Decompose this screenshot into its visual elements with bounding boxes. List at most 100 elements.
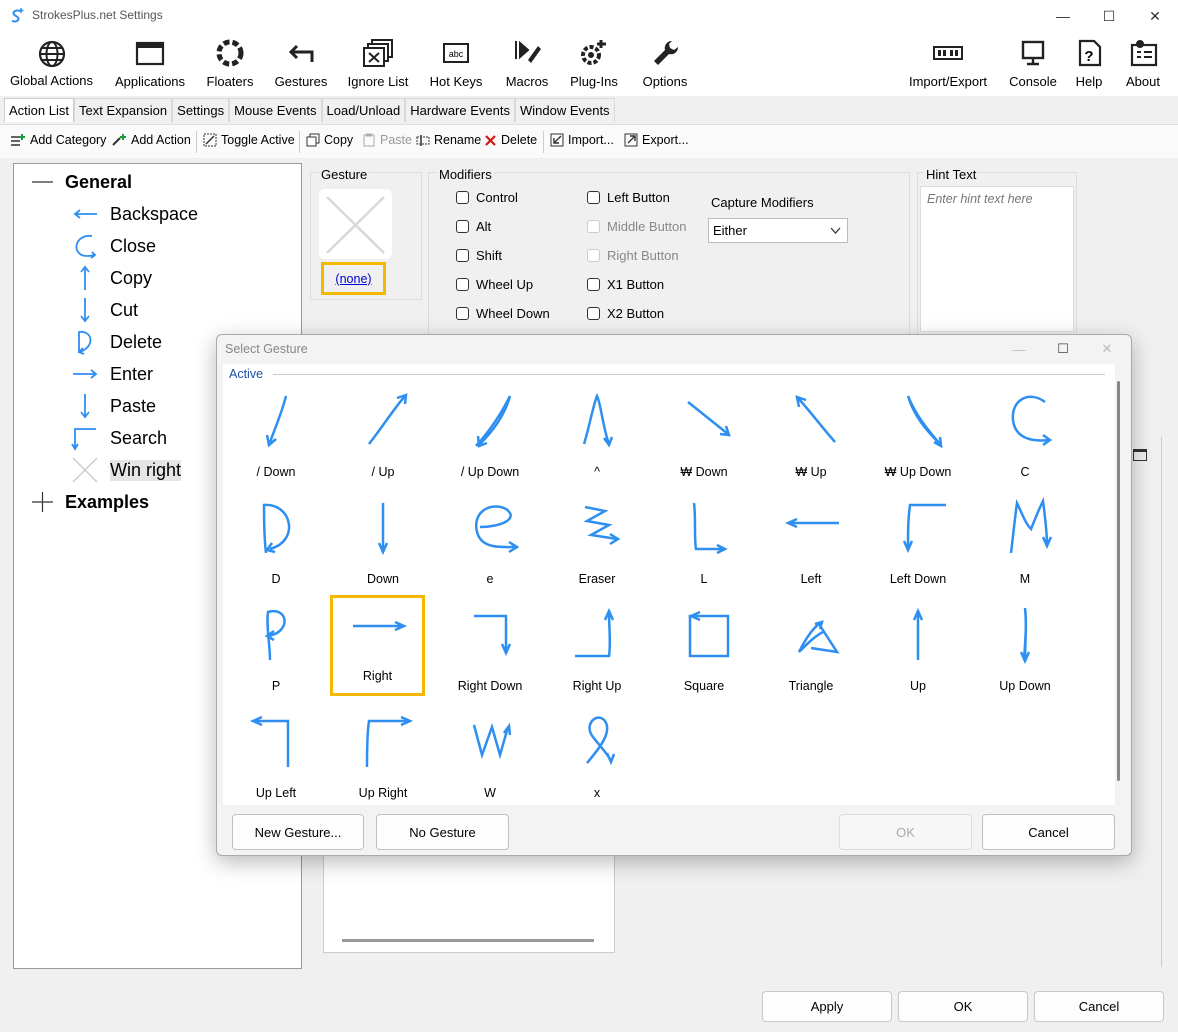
checkbox-box[interactable] xyxy=(456,307,469,320)
maximize-button[interactable]: ☐ xyxy=(1086,0,1132,32)
select-gesture-link[interactable]: (none) xyxy=(321,262,386,295)
ribbon-global-actions[interactable]: Global Actions xyxy=(4,34,99,92)
gesture-backslash-down[interactable]: ₩ Down xyxy=(657,386,751,486)
ribbon-plugins[interactable]: Plug-Ins xyxy=(564,34,624,92)
add-category-button[interactable]: Add Category xyxy=(10,133,106,147)
tab-text-expansion[interactable]: Text Expansion xyxy=(73,98,173,122)
checkbox-box[interactable] xyxy=(587,278,600,291)
checkbox-box[interactable] xyxy=(587,307,600,320)
tab-mouse-events[interactable]: Mouse Events xyxy=(229,98,322,122)
gesture-c[interactable]: C xyxy=(978,386,1072,486)
delete-button[interactable]: Delete xyxy=(484,133,537,147)
gesture-square[interactable]: Square xyxy=(657,600,751,700)
gesture-triangle[interactable]: Triangle xyxy=(764,600,858,700)
shift-checkbox[interactable]: Shift xyxy=(456,248,502,263)
ribbon-ignore-list[interactable]: Ignore List xyxy=(343,34,413,92)
checkbox-box[interactable] xyxy=(587,249,600,262)
minimize-button[interactable]: — xyxy=(1040,0,1086,32)
tree-category-general[interactable]: General xyxy=(28,166,132,198)
tab-window-events[interactable]: Window Events xyxy=(514,98,615,122)
paste-button[interactable]: Paste xyxy=(362,133,412,147)
gesture-up-down[interactable]: Up Down xyxy=(978,600,1072,700)
ribbon-macros[interactable]: Macros xyxy=(498,34,556,92)
tab-action-list[interactable]: Action List xyxy=(4,98,74,122)
gesture-backslash-up[interactable]: ₩ Up xyxy=(764,386,858,486)
gesture-slash-up[interactable]: / Up xyxy=(336,386,430,486)
gesture-left-down[interactable]: Left Down xyxy=(871,493,965,593)
checkbox-box[interactable] xyxy=(456,278,469,291)
gesture-d[interactable]: D xyxy=(229,493,323,593)
gesture-p[interactable]: P xyxy=(229,600,323,700)
no-gesture-button[interactable]: No Gesture xyxy=(376,814,509,850)
tab-load-unload[interactable]: Load/Unload xyxy=(321,98,406,122)
gesture-caret[interactable]: ^ xyxy=(550,386,644,486)
dialog-close-button[interactable]: ✕ xyxy=(1095,339,1119,359)
checkbox-box[interactable] xyxy=(456,249,469,262)
wheel-down-checkbox[interactable]: Wheel Down xyxy=(456,306,550,321)
x1-button-checkbox[interactable]: X1 Button xyxy=(587,277,664,292)
checkbox-box[interactable] xyxy=(587,220,600,233)
import-button[interactable]: Import... xyxy=(550,133,614,147)
gesture-right[interactable]: Right xyxy=(330,595,425,696)
tab-settings[interactable]: Settings xyxy=(172,98,230,122)
gesture-w[interactable]: W xyxy=(443,707,537,807)
tree-item-enter[interactable]: Enter xyxy=(70,358,153,390)
gesture-l[interactable]: L xyxy=(657,493,751,593)
hint-text-input[interactable]: Enter hint text here xyxy=(920,186,1074,332)
ribbon-about[interactable]: About xyxy=(1118,34,1168,92)
checkbox-box[interactable] xyxy=(456,220,469,233)
gesture-slash-up-down[interactable]: / Up Down xyxy=(443,386,537,486)
dialog-maximize-button[interactable]: ☐ xyxy=(1051,339,1075,359)
ok-button[interactable]: OK xyxy=(898,991,1028,1022)
ribbon-import-export[interactable]: Import/Export xyxy=(902,34,994,92)
checkbox-box[interactable] xyxy=(587,191,600,204)
left-button-checkbox[interactable]: Left Button xyxy=(587,190,670,205)
rename-button[interactable]: Rename xyxy=(416,133,481,147)
gesture-left[interactable]: Left xyxy=(764,493,858,593)
tree-category-examples[interactable]: Examples xyxy=(28,486,149,518)
ribbon-options[interactable]: Options xyxy=(636,34,694,92)
checkbox-box[interactable] xyxy=(456,191,469,204)
gesture-up-left[interactable]: Up Left xyxy=(229,707,323,807)
ribbon-help[interactable]: ? Help xyxy=(1068,34,1110,92)
tree-item-backspace[interactable]: Backspace xyxy=(70,198,198,230)
horizontal-scrollbar[interactable] xyxy=(342,939,594,942)
apply-button[interactable]: Apply xyxy=(762,991,892,1022)
dialog-vertical-scrollbar[interactable] xyxy=(1117,381,1120,781)
ribbon-hot-keys[interactable]: abc Hot Keys xyxy=(424,34,488,92)
gesture-down[interactable]: Down xyxy=(336,493,430,593)
x2-button-checkbox[interactable]: X2 Button xyxy=(587,306,664,321)
tree-item-win-right[interactable]: Win right xyxy=(70,454,182,486)
toggle-active-button[interactable]: Toggle Active xyxy=(203,133,295,147)
right-button-checkbox[interactable]: Right Button xyxy=(587,248,679,263)
export-button[interactable]: Export... xyxy=(624,133,689,147)
tab-hardware-events[interactable]: Hardware Events xyxy=(405,98,515,122)
tree-item-close[interactable]: Close xyxy=(70,230,156,262)
dialog-cancel-button[interactable]: Cancel xyxy=(982,814,1115,850)
gesture-m[interactable]: M xyxy=(978,493,1072,593)
gesture-up-right[interactable]: Up Right xyxy=(336,707,430,807)
ribbon-floaters[interactable]: Floaters xyxy=(202,34,258,92)
ribbon-applications[interactable]: Applications xyxy=(109,34,191,92)
new-gesture-button[interactable]: New Gesture... xyxy=(232,814,364,850)
copy-button[interactable]: Copy xyxy=(306,133,353,147)
add-action-button[interactable]: Add Action xyxy=(111,133,191,147)
dialog-minimize-button[interactable]: — xyxy=(1007,339,1031,359)
gesture-right-down[interactable]: Right Down xyxy=(443,600,537,700)
tree-item-paste[interactable]: Paste xyxy=(70,390,156,422)
cancel-button[interactable]: Cancel xyxy=(1034,991,1164,1022)
capture-modifiers-select[interactable]: Either xyxy=(708,218,848,243)
close-button[interactable]: ✕ xyxy=(1132,0,1178,32)
gesture-eraser[interactable]: Eraser xyxy=(550,493,644,593)
gesture-backslash-up-down[interactable]: ₩ Up Down xyxy=(871,386,965,486)
ribbon-console[interactable]: Console xyxy=(1004,34,1062,92)
gesture-right-up[interactable]: Right Up xyxy=(550,600,644,700)
alt-checkbox[interactable]: Alt xyxy=(456,219,491,234)
control-checkbox[interactable]: Control xyxy=(456,190,518,205)
gesture-up[interactable]: Up xyxy=(871,600,965,700)
gesture-slash-down[interactable]: / Down xyxy=(229,386,323,486)
middle-button-checkbox[interactable]: Middle Button xyxy=(587,219,687,234)
restore-panel-icon[interactable] xyxy=(1133,449,1147,461)
dialog-ok-button[interactable]: OK xyxy=(839,814,972,850)
tree-item-search[interactable]: Search xyxy=(70,422,167,454)
